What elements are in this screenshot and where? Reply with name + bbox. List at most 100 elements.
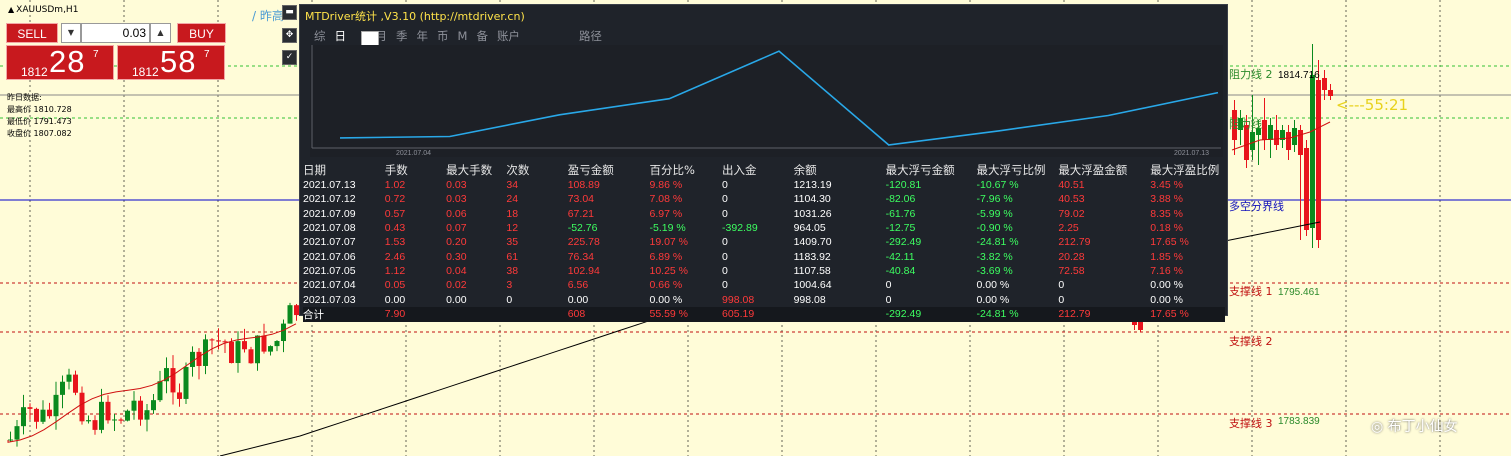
table-cell: 40.53 bbox=[1058, 193, 1085, 206]
total-cell bbox=[446, 306, 507, 322]
table-cell: 1213.19 bbox=[793, 179, 832, 192]
tab-5[interactable]: 年 bbox=[417, 28, 429, 44]
tab-9[interactable]: 账户 bbox=[497, 28, 520, 44]
table-cell: 10.25 % bbox=[649, 264, 689, 277]
balance-series-line bbox=[339, 50, 1219, 146]
table-cell: 0.00 bbox=[567, 293, 589, 306]
column-header[interactable]: 最大浮亏金额 bbox=[886, 162, 977, 178]
chevron-up-icon: ▲ bbox=[157, 28, 164, 37]
buy-button[interactable]: BUY bbox=[177, 23, 226, 43]
table-cell: -61.76 bbox=[885, 207, 916, 220]
volume-dropdown[interactable]: ▼ bbox=[61, 23, 81, 43]
table-cell: 3 bbox=[506, 279, 513, 292]
period-tabs: 综日周月季年币M备账户路径 bbox=[314, 28, 611, 44]
resistance-2-label: 阻力线 2 bbox=[1229, 68, 1273, 81]
candle-body bbox=[105, 401, 111, 421]
candle-body bbox=[47, 409, 52, 417]
yesterday-high-label: / 昨高 bbox=[252, 9, 284, 23]
column-header[interactable]: 盈亏金额 bbox=[568, 162, 650, 178]
candle-body bbox=[248, 349, 254, 364]
table-cell: 7.16 % bbox=[1150, 264, 1183, 277]
table-row[interactable]: 2021.07.13 1.02 0.03 34 108.89 9.86 % 0 1213.19… bbox=[303, 178, 1225, 192]
tab-10[interactable]: 路径 bbox=[579, 28, 602, 44]
volume-input[interactable]: 0.03 bbox=[81, 23, 150, 43]
candle-body bbox=[1304, 148, 1309, 230]
column-header[interactable]: 出入金 bbox=[722, 162, 794, 178]
sell-button[interactable]: SELL bbox=[6, 23, 58, 43]
column-header[interactable]: 日期 bbox=[303, 162, 385, 178]
table-row[interactable]: 2021.07.07 1.53 0.20 35 225.78 19.07 % 0 1409.7… bbox=[303, 235, 1225, 249]
tab-0[interactable]: 综 bbox=[314, 28, 326, 44]
table-row[interactable]: 2021.07.03 0.00 0.00 0 0.00 0.00 % 998.08 998.0… bbox=[303, 292, 1225, 306]
tab-4[interactable]: 季 bbox=[396, 28, 408, 44]
table-cell: 1409.70 bbox=[793, 236, 832, 249]
candle-body bbox=[255, 335, 260, 364]
candle-body bbox=[1298, 130, 1303, 155]
column-header[interactable]: 手数 bbox=[385, 162, 446, 178]
move-icon[interactable]: ✥ bbox=[282, 28, 297, 43]
tab-6[interactable]: 币 bbox=[437, 28, 449, 44]
column-header[interactable]: 最大浮盈比例 bbox=[1150, 162, 1225, 178]
check-icon[interactable]: ✓ bbox=[282, 50, 297, 65]
column-header[interactable]: 百分比% bbox=[649, 162, 722, 178]
column-header[interactable]: 次数 bbox=[506, 162, 567, 178]
total-row: 合计 7.90 608 55.59 % 605.19 -292.49 -24.81 % 212… bbox=[303, 306, 1225, 322]
table-row[interactable]: 2021.07.08 0.43 0.07 12 -52.76 -5.19 % -392.89… bbox=[303, 221, 1225, 235]
candle-body bbox=[183, 366, 189, 399]
table-cell: 0.20 bbox=[446, 236, 467, 249]
mtdriver-stats-panel: MTDriver统计 ,V3.10 (http://mtdriver.cn) 综… bbox=[299, 4, 1228, 322]
column-header[interactable]: 余额 bbox=[794, 162, 886, 178]
candle-body bbox=[14, 426, 20, 440]
candle-body bbox=[8, 439, 13, 441]
balance-line-chart: 2021.07.04 2021.07.13 bbox=[310, 45, 1223, 157]
support-2-label: 支撑线 2 bbox=[1229, 335, 1273, 348]
candle-body bbox=[34, 408, 39, 422]
table-cell: 1107.58 bbox=[793, 264, 831, 277]
tab-8[interactable]: 备 bbox=[476, 28, 488, 44]
candle-body bbox=[1322, 78, 1327, 90]
table-row[interactable]: 2021.07.06 2.46 0.30 61 76.34 6.89 % 0 1183.92 -… bbox=[303, 249, 1225, 263]
column-header[interactable]: 最大浮盈金额 bbox=[1058, 162, 1150, 178]
total-cell: 7.90 bbox=[384, 306, 447, 322]
sell-quote[interactable]: 1812 28 7 bbox=[6, 44, 114, 80]
table-cell: 18 bbox=[506, 207, 519, 220]
candle-body bbox=[209, 339, 215, 341]
buy-quote[interactable]: 1812 58 7 bbox=[117, 44, 225, 80]
table-cell: 0.00 % bbox=[976, 279, 1010, 292]
table-cell: 2021.07.07 bbox=[303, 236, 356, 249]
tab-7[interactable]: M bbox=[458, 29, 468, 43]
table-cell: 1.02 bbox=[384, 179, 406, 192]
table-cell: 6.56 bbox=[567, 279, 589, 292]
candle-body bbox=[177, 392, 182, 399]
tab-1[interactable]: 日 bbox=[335, 28, 347, 44]
volume-stepper[interactable]: ▲ bbox=[150, 23, 171, 43]
table-row[interactable]: 2021.07.05 1.12 0.04 38 102.94 10.25 % 0 1107.5… bbox=[303, 264, 1225, 278]
table-cell: 3.45 % bbox=[1150, 179, 1183, 192]
table-cell: 0 bbox=[722, 236, 728, 249]
table-cell: 6.89 % bbox=[649, 250, 683, 263]
table-cell: 0.05 bbox=[384, 279, 406, 292]
table-cell: 1.53 bbox=[384, 236, 406, 249]
column-header[interactable]: 最大手数 bbox=[446, 162, 506, 178]
yesterday-data: 昨日数据: 最高价 1810.728 最低价 1791.473 收盘价 1807… bbox=[7, 93, 72, 138]
total-cell: 合计 bbox=[303, 306, 385, 322]
table-row[interactable]: 2021.07.09 0.57 0.06 18 67.21 6.97 % 0 1031.26 -… bbox=[303, 207, 1225, 221]
table-cell: 67.21 bbox=[567, 207, 594, 220]
table-cell: 0 bbox=[722, 193, 728, 206]
table-cell: 19.07 % bbox=[649, 236, 689, 249]
table-cell: 0.00 bbox=[384, 293, 406, 306]
candle-body bbox=[1310, 75, 1315, 228]
table-cell: 1031.26 bbox=[793, 207, 832, 220]
table-cell: 17.65 % bbox=[1150, 236, 1189, 249]
table-row[interactable]: 2021.07.04 0.05 0.02 3 6.56 0.66 % 0 1004.64 0 0.… bbox=[303, 278, 1225, 292]
table-cell: 0.04 bbox=[446, 264, 467, 277]
panel-title: MTDriver统计 ,V3.10 (http://mtdriver.cn) bbox=[305, 10, 525, 23]
table-cell: 0 bbox=[1058, 279, 1065, 292]
column-header[interactable]: 最大浮亏比例 bbox=[977, 162, 1059, 178]
table-row[interactable]: 2021.07.12 0.72 0.03 24 73.04 7.08 % 0 1104.30 -… bbox=[303, 192, 1225, 206]
chevron-down-icon: ▼ bbox=[67, 28, 75, 37]
collapse-icon[interactable]: ▬ bbox=[282, 5, 297, 20]
candle-body bbox=[170, 368, 176, 393]
one-click-trading-panel: SELL ▼ 0.03 ▲ BUY 1812 28 7 1812 58 7 bbox=[6, 23, 226, 81]
table-cell: -40.84 bbox=[885, 264, 916, 277]
